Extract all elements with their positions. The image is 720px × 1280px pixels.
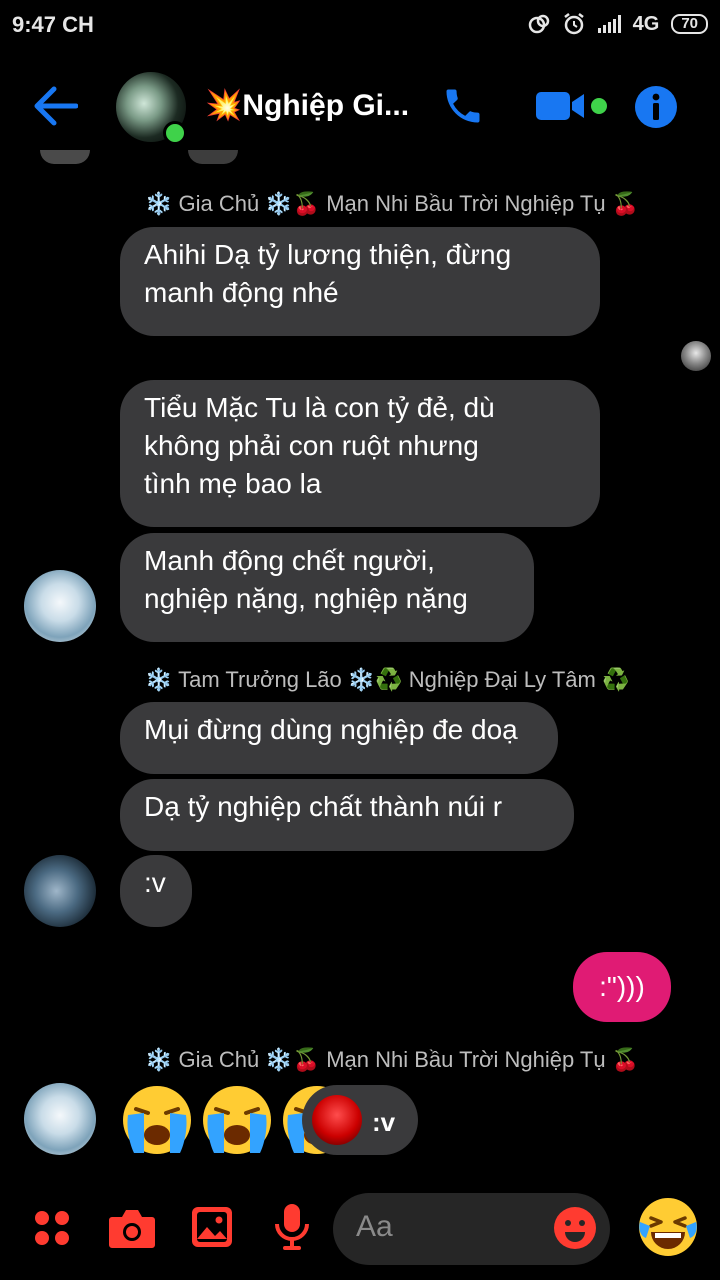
apps-grid-icon[interactable] xyxy=(32,1208,72,1248)
message-text: manh động nhé xyxy=(144,277,339,308)
call-button[interactable] xyxy=(440,84,486,128)
read-receipt-avatar xyxy=(681,341,711,371)
message-text: tình mẹ bao la xyxy=(144,468,322,499)
message-text: Mụi đừng dùng nghiệp đe doạ xyxy=(144,714,518,745)
network-type: 4G xyxy=(632,12,660,35)
laughing-emoji-icon[interactable] xyxy=(637,1196,699,1258)
battery-level: 70 xyxy=(671,14,708,34)
crying-emoji-icon[interactable] xyxy=(120,1083,194,1157)
back-arrow-icon xyxy=(34,86,78,126)
conversation-title[interactable]: 💥Nghiệp Gi... xyxy=(205,88,409,123)
status-indicators: 4G 70 xyxy=(528,12,708,36)
message-text: nghiệp nặng, nghiệp nặng xyxy=(144,583,468,614)
user-avatar[interactable] xyxy=(24,855,96,927)
info-icon xyxy=(635,86,677,128)
message-text: :"))) xyxy=(599,971,645,1002)
message-text: Tiểu Mặc Tu là con tỷ đẻ, dù xyxy=(144,392,495,423)
phone-icon xyxy=(446,89,480,123)
chat-head-avatar xyxy=(312,1095,362,1145)
user-avatar[interactable] xyxy=(24,570,96,642)
my-message-bubble[interactable]: :"))) xyxy=(573,952,671,1022)
microphone-icon[interactable] xyxy=(272,1202,312,1252)
message-bubble[interactable]: Ahihi Dạ tỷ lương thiện, đừng manh động … xyxy=(120,227,600,336)
chat-head-text: :v xyxy=(372,1107,396,1137)
camera-icon[interactable] xyxy=(107,1205,157,1251)
message-bubble[interactable]: Dạ tỷ nghiệp chất thành núi r xyxy=(120,779,574,851)
message-text: Manh động chết người, xyxy=(144,545,435,576)
gallery-icon[interactable] xyxy=(190,1205,234,1249)
signal-icon xyxy=(597,15,621,33)
message-text: :v xyxy=(144,867,166,898)
message-bubble[interactable]: Mụi đừng dùng nghiệp đe doạ xyxy=(120,702,558,774)
video-call-button[interactable] xyxy=(533,84,613,128)
partial-avatar xyxy=(40,150,90,164)
video-call-icon xyxy=(536,92,607,120)
message-bubble[interactable]: Tiểu Mặc Tu là con tỷ đẻ, dù không phải … xyxy=(120,380,600,527)
alarm-ring-icon xyxy=(528,14,549,34)
sender-name: ❄️ Gia Chủ ❄️🍒 Mạn Nhi Bầu Trời Nghiệp T… xyxy=(145,191,640,216)
message-bubble[interactable]: Manh động chết người, nghiệp nặng, nghiệ… xyxy=(120,533,534,642)
alarm-clock-icon xyxy=(563,13,584,35)
status-time: 9:47 CH xyxy=(12,12,94,37)
crying-emoji-icon[interactable] xyxy=(200,1083,274,1157)
message-input-placeholder: Aa xyxy=(356,1210,393,1243)
sender-name: ❄️ Tam Trưởng Lão ❄️♻️ Nghiệp Đại Ly Tâm… xyxy=(145,667,630,692)
partial-avatar xyxy=(188,150,238,164)
message-text: Dạ tỷ nghiệp chất thành núi r xyxy=(144,791,503,822)
info-button[interactable] xyxy=(633,84,679,130)
back-button[interactable] xyxy=(30,84,80,128)
online-indicator xyxy=(163,121,187,145)
sender-name: ❄️ Gia Chủ ❄️🍒 Mạn Nhi Bầu Trời Nghiệp T… xyxy=(145,1047,640,1072)
emoji-smile-icon[interactable] xyxy=(553,1206,597,1250)
message-text: không phải con ruột nhưng xyxy=(144,430,479,461)
message-text: Ahihi Dạ tỷ lương thiện, đừng xyxy=(144,239,512,270)
message-bubble[interactable]: :v xyxy=(120,855,192,927)
chat-head[interactable]: :v xyxy=(302,1085,418,1155)
user-avatar[interactable] xyxy=(24,1083,96,1155)
